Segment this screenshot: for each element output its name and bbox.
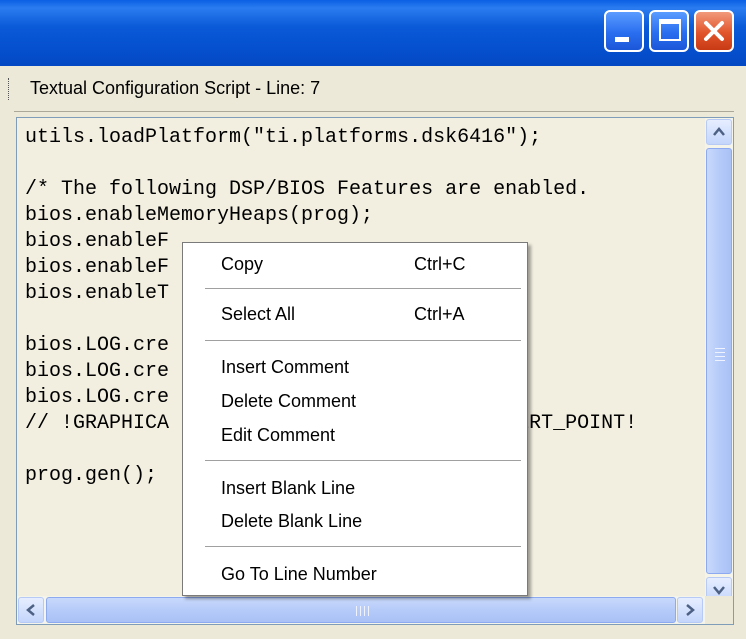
horizontal-scrollbar[interactable] bbox=[17, 596, 705, 624]
menu-item-label: Delete Comment bbox=[221, 391, 357, 411]
menu-item-label: Delete Blank Line bbox=[221, 511, 363, 531]
menu-item-shortcut: Ctrl+A bbox=[414, 304, 465, 324]
horizontal-scroll-thumb[interactable] bbox=[46, 597, 676, 623]
menu-item-label: Select All bbox=[221, 304, 296, 324]
menu-item-delete-blank-line[interactable]: Delete Blank Line bbox=[183, 506, 527, 538]
chevron-left-icon bbox=[26, 604, 35, 616]
chevron-right-icon bbox=[686, 604, 695, 616]
menu-separator bbox=[205, 288, 521, 289]
menu-item-copy[interactable]: Copy Ctrl+C bbox=[183, 249, 527, 281]
header-divider bbox=[14, 111, 734, 112]
grip-icon bbox=[715, 348, 725, 349]
context-menu: Copy Ctrl+C Select All Ctrl+A Insert Com… bbox=[182, 242, 528, 596]
menu-item-label: Insert Blank Line bbox=[221, 478, 356, 498]
menu-item-label: Copy bbox=[221, 254, 264, 274]
menu-item-label: Go To Line Number bbox=[221, 564, 377, 584]
vertical-scrollbar[interactable] bbox=[705, 118, 733, 604]
editor-header-label: Textual Configuration Script - Line: 7 bbox=[30, 78, 321, 98]
close-icon bbox=[704, 21, 724, 41]
scrollbar-corner bbox=[705, 596, 733, 624]
code-line: /* The following DSP/BIOS Features are e… bbox=[25, 178, 590, 201]
menu-item-go-to-line-number[interactable]: Go To Line Number bbox=[183, 559, 527, 591]
chevron-up-icon bbox=[713, 127, 725, 136]
menu-separator bbox=[205, 340, 521, 341]
close-button[interactable] bbox=[694, 10, 734, 52]
menu-separator bbox=[205, 546, 521, 547]
code-line: utils.loadPlatform("ti.platforms.dsk6416… bbox=[25, 126, 542, 149]
menu-separator bbox=[205, 460, 521, 461]
grip-icon bbox=[356, 606, 357, 616]
menu-item-label: Edit Comment bbox=[221, 425, 336, 445]
menu-item-insert-comment[interactable]: Insert Comment bbox=[183, 352, 527, 384]
maximize-icon bbox=[659, 19, 681, 41]
code-line: bios.enableMemoryHeaps(prog); bbox=[25, 204, 374, 227]
minimize-button[interactable] bbox=[604, 10, 644, 52]
menu-item-delete-comment[interactable]: Delete Comment bbox=[183, 386, 527, 418]
vertical-scroll-thumb[interactable] bbox=[706, 148, 732, 574]
chevron-down-icon bbox=[713, 586, 725, 595]
scroll-up-button[interactable] bbox=[706, 119, 732, 145]
scroll-right-button[interactable] bbox=[677, 597, 703, 623]
menu-item-select-all[interactable]: Select All Ctrl+A bbox=[183, 299, 527, 331]
splitter-handle[interactable] bbox=[8, 78, 13, 100]
menu-item-insert-blank-line[interactable]: Insert Blank Line bbox=[183, 473, 527, 505]
menu-item-shortcut: Ctrl+C bbox=[414, 254, 466, 274]
scroll-left-button[interactable] bbox=[18, 597, 44, 623]
menu-item-edit-comment[interactable]: Edit Comment bbox=[183, 420, 527, 452]
maximize-button[interactable] bbox=[649, 10, 689, 52]
title-bar[interactable] bbox=[0, 0, 746, 66]
menu-item-label: Insert Comment bbox=[221, 357, 350, 377]
minimize-icon bbox=[615, 37, 629, 42]
